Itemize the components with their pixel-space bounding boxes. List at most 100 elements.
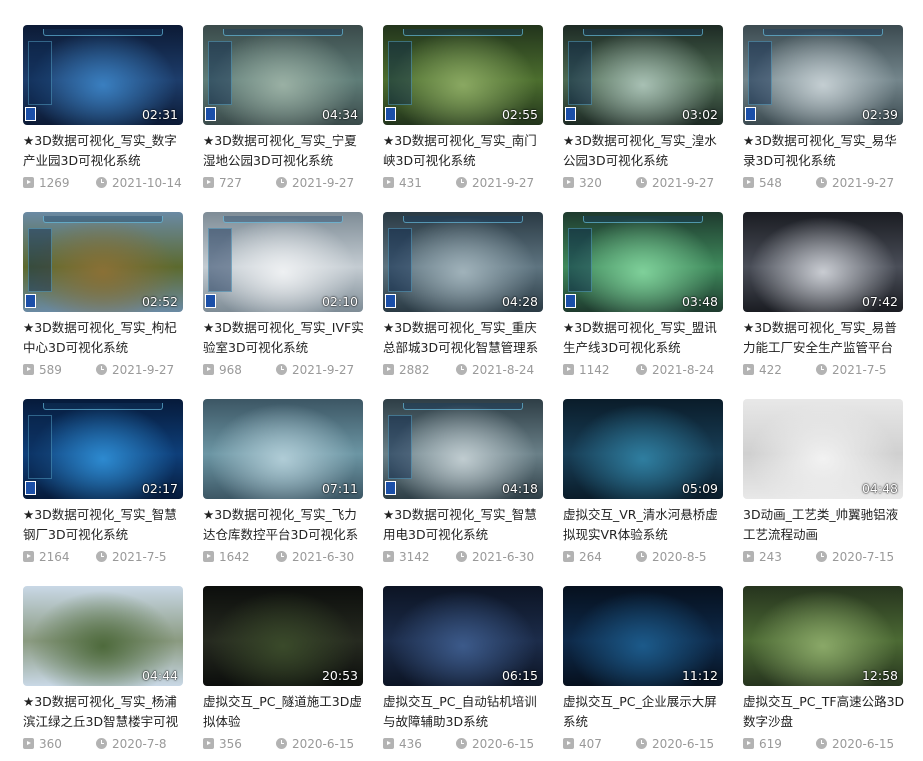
hud-overlay <box>223 29 343 36</box>
play-count-icon <box>23 738 34 749</box>
video-title[interactable]: 虚拟交互_PC_自动钻机培训与故障辅助3D系统 <box>383 692 545 732</box>
video-meta: 264 2020-8-5 <box>563 549 723 565</box>
video-thumbnail[interactable]: 02:31 <box>23 25 183 125</box>
video-title[interactable]: 虚拟交互_PC_企业展示大屏系统 <box>563 692 725 732</box>
video-title[interactable]: ★3D数据可视化_写实_重庆总部城3D可视化智慧管理系统 <box>383 318 545 358</box>
video-thumbnail[interactable]: 02:52 <box>23 212 183 312</box>
video-card[interactable]: 03:48 ★3D数据可视化_写实_盟讯生产线3D可视化系统 1142 2021-8-… <box>563 212 723 382</box>
video-title[interactable]: 虚拟交互_PC_TF高速公路3D数字沙盘 <box>743 692 905 732</box>
video-duration: 07:11 <box>321 481 358 496</box>
video-card[interactable]: 12:58 虚拟交互_PC_TF高速公路3D数字沙盘 619 2020-6-15 <box>743 586 905 756</box>
view-count: 431 <box>399 176 422 190</box>
video-title[interactable]: ★3D数据可视化_写实_杨浦滨江绿之丘3D智慧楼宇可视化 <box>23 692 185 732</box>
clock-icon <box>456 364 467 375</box>
video-thumbnail[interactable]: 04:28 <box>383 212 543 312</box>
video-title[interactable]: 3D动画_工艺类_帅翼驰铝液工艺流程动画 <box>743 505 905 545</box>
video-thumbnail[interactable]: 03:02 <box>563 25 723 125</box>
video-title[interactable]: 虚拟交互_PC_隧道施工3D虚拟体验 <box>203 692 365 732</box>
publish-date: 2021-8-24 <box>652 363 715 377</box>
video-card[interactable]: 04:34 ★3D数据可视化_写实_宁夏湿地公园3D可视化系统 727 2021-9-… <box>203 25 363 195</box>
video-thumbnail[interactable]: 03:48 <box>563 212 723 312</box>
play-count-icon <box>23 177 34 188</box>
video-title[interactable]: ★3D数据可视化_写实_飞力达仓库数控平台3D可视化系统 <box>203 505 365 545</box>
video-card[interactable]: 02:52 ★3D数据可视化_写实_枸杞中心3D可视化系统 589 2021-9-27 <box>23 212 183 382</box>
video-meta: 1642 2021-6-30 <box>203 549 363 565</box>
video-duration: 05:09 <box>681 481 718 496</box>
publish-date: 2021-10-14 <box>112 176 182 190</box>
video-meta: 968 2021-9-27 <box>203 362 363 378</box>
clock-icon <box>276 738 287 749</box>
video-card[interactable]: 20:53 虚拟交互_PC_隧道施工3D虚拟体验 356 2020-6-15 <box>203 586 363 756</box>
video-card[interactable]: 05:09 虚拟交互_VR_清水河悬桥虚拟现实VR体验系统 264 2020-8-5 <box>563 399 723 569</box>
video-title[interactable]: ★3D数据可视化_写实_枸杞中心3D可视化系统 <box>23 318 185 358</box>
play-count-icon <box>563 177 574 188</box>
video-title[interactable]: ★3D数据可视化_写实_湟水公园3D可视化系统 <box>563 131 725 171</box>
video-thumbnail[interactable]: 07:11 <box>203 399 363 499</box>
video-thumbnail[interactable]: 11:12 <box>563 586 723 686</box>
video-grid: 02:31 ★3D数据可视化_写实_数字产业园3D可视化系统 1269 2021-10… <box>0 0 923 761</box>
clock-icon <box>816 551 827 562</box>
view-count: 968 <box>219 363 242 377</box>
video-card[interactable]: 02:55 ★3D数据可视化_写实_南门峡3D可视化系统 431 2021-9-27 <box>383 25 543 195</box>
view-count: 422 <box>759 363 782 377</box>
publish-date: 2021-9-27 <box>112 363 175 377</box>
video-card[interactable]: 02:39 ★3D数据可视化_写实_易华录3D可视化系统 548 2021-9-27 <box>743 25 903 195</box>
video-duration: 03:02 <box>681 107 718 122</box>
view-count: 407 <box>579 737 602 751</box>
publish-date: 2021-9-27 <box>472 176 535 190</box>
video-thumbnail[interactable]: 04:48 <box>743 399 903 499</box>
video-thumbnail[interactable]: 02:39 <box>743 25 903 125</box>
video-title[interactable]: 虚拟交互_VR_清水河悬桥虚拟现实VR体验系统 <box>563 505 725 545</box>
video-title[interactable]: ★3D数据可视化_写实_宁夏湿地公园3D可视化系统 <box>203 131 365 171</box>
video-title[interactable]: ★3D数据可视化_写实_南门峡3D可视化系统 <box>383 131 545 171</box>
video-thumbnail[interactable]: 02:10 <box>203 212 363 312</box>
video-duration: 07:42 <box>861 294 898 309</box>
video-title[interactable]: ★3D数据可视化_写实_IVF实验室3D可视化系统 <box>203 318 365 358</box>
publish-date: 2021-9-27 <box>292 363 355 377</box>
clock-icon <box>276 364 287 375</box>
video-thumbnail[interactable]: 05:09 <box>563 399 723 499</box>
video-thumbnail[interactable]: 20:53 <box>203 586 363 686</box>
video-thumbnail[interactable]: 04:44 <box>23 586 183 686</box>
watermark-logo <box>25 294 36 308</box>
view-count: 243 <box>759 550 782 564</box>
hud-panel <box>388 415 412 479</box>
video-card[interactable]: 02:17 ★3D数据可视化_写实_智慧钢厂3D可视化系统 2164 2021-7-5 <box>23 399 183 569</box>
video-meta: 407 2020-6-15 <box>563 736 723 752</box>
video-thumbnail[interactable]: 12:58 <box>743 586 903 686</box>
video-meta: 320 2021-9-27 <box>563 175 723 191</box>
video-meta: 1269 2021-10-14 <box>23 175 183 191</box>
video-card[interactable]: 04:44 ★3D数据可视化_写实_杨浦滨江绿之丘3D智慧楼宇可视化 360 2020… <box>23 586 183 756</box>
video-thumbnail[interactable]: 06:15 <box>383 586 543 686</box>
clock-icon <box>456 177 467 188</box>
clock-icon <box>456 551 467 562</box>
video-meta: 727 2021-9-27 <box>203 175 363 191</box>
video-title[interactable]: ★3D数据可视化_写实_智慧用电3D可视化系统 <box>383 505 545 545</box>
video-thumbnail[interactable]: 04:18 <box>383 399 543 499</box>
video-card[interactable]: 04:48 3D动画_工艺类_帅翼驰铝液工艺流程动画 243 2020-7-15 <box>743 399 903 569</box>
video-thumbnail[interactable]: 02:55 <box>383 25 543 125</box>
hud-panel <box>208 228 232 292</box>
video-title[interactable]: ★3D数据可视化_写实_数字产业园3D可视化系统 <box>23 131 185 171</box>
video-thumbnail[interactable]: 02:17 <box>23 399 183 499</box>
video-card[interactable]: 06:15 虚拟交互_PC_自动钻机培训与故障辅助3D系统 436 2020-6-15 <box>383 586 543 756</box>
video-card[interactable]: 02:31 ★3D数据可视化_写实_数字产业园3D可视化系统 1269 2021-10… <box>23 25 183 195</box>
publish-date: 2020-6-15 <box>292 737 355 751</box>
video-thumbnail[interactable]: 04:34 <box>203 25 363 125</box>
video-title[interactable]: ★3D数据可视化_写实_智慧钢厂3D可视化系统 <box>23 505 185 545</box>
video-card[interactable]: 07:11 ★3D数据可视化_写实_飞力达仓库数控平台3D可视化系统 1642 202… <box>203 399 363 569</box>
video-card[interactable]: 11:12 虚拟交互_PC_企业展示大屏系统 407 2020-6-15 <box>563 586 723 756</box>
video-card[interactable]: 02:10 ★3D数据可视化_写实_IVF实验室3D可视化系统 968 2021-9-… <box>203 212 365 382</box>
video-duration: 04:18 <box>501 481 538 496</box>
video-card[interactable]: 04:28 ★3D数据可视化_写实_重庆总部城3D可视化智慧管理系统 2882 202… <box>383 212 543 382</box>
clock-icon <box>816 364 827 375</box>
video-meta: 589 2021-9-27 <box>23 362 183 378</box>
video-thumbnail[interactable]: 07:42 <box>743 212 903 312</box>
video-title[interactable]: ★3D数据可视化_写实_易普力能工厂安全生产监管平台 <box>743 318 905 358</box>
video-title[interactable]: ★3D数据可视化_写实_易华录3D可视化系统 <box>743 131 905 171</box>
video-card[interactable]: 07:42 ★3D数据可视化_写实_易普力能工厂安全生产监管平台 422 2021-7… <box>743 212 903 382</box>
video-title[interactable]: ★3D数据可视化_写实_盟讯生产线3D可视化系统 <box>563 318 725 358</box>
video-card[interactable]: 04:18 ★3D数据可视化_写实_智慧用电3D可视化系统 3142 2021-6-3… <box>383 399 543 569</box>
video-card[interactable]: 03:02 ★3D数据可视化_写实_湟水公园3D可视化系统 320 2021-9-27 <box>563 25 723 195</box>
publish-date: 2020-7-8 <box>112 737 167 751</box>
